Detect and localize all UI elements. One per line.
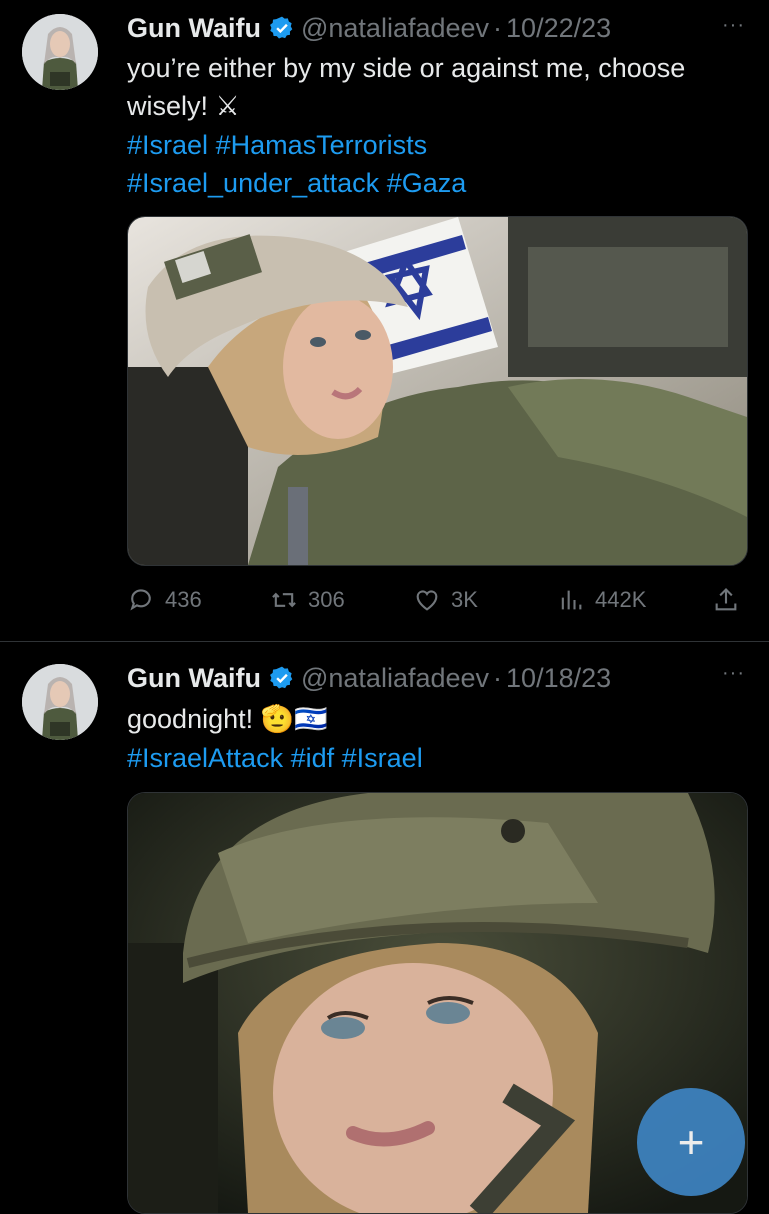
compose-icon[interactable]: +	[637, 1088, 745, 1196]
like-icon	[416, 590, 438, 611]
tweet-text-fragment: wisely!	[127, 91, 209, 121]
separator: ·	[493, 662, 503, 693]
tweet-text-line: wisely! ⚔	[127, 87, 747, 126]
views-icon	[561, 590, 582, 610]
hashtag-link[interactable]: #idf	[291, 743, 335, 773]
tweet-text-line: you’re either by my side or against me, …	[127, 53, 686, 83]
tweet-photo[interactable]	[127, 216, 748, 566]
user-handle[interactable]: @nataliafadeev	[301, 663, 489, 694]
display-name[interactable]: Gun Waifu	[127, 663, 261, 694]
reply-icon	[130, 589, 151, 611]
verified-icon	[269, 665, 295, 691]
view-count: 442K	[595, 587, 647, 612]
share-button[interactable]	[712, 583, 740, 617]
like-button[interactable]: 3K	[413, 583, 478, 617]
like-count: 3K	[451, 587, 478, 612]
repost-count: 306	[308, 587, 345, 612]
tweet-header: Gun Waifu @nataliafadeev · 10/18/23	[127, 658, 611, 698]
avatar[interactable]	[22, 664, 98, 740]
display-name[interactable]: Gun Waifu	[127, 13, 261, 44]
tweet-text: you’re either by my side or against me, …	[127, 49, 747, 202]
hashtag-link[interactable]: #Israel	[342, 743, 423, 773]
views-button[interactable]: 442K	[557, 583, 646, 617]
hashtag-link[interactable]: #IsraelAttack	[127, 743, 283, 773]
user-handle[interactable]: @nataliafadeev	[301, 13, 489, 44]
tweet-text-fragment: goodnight!	[127, 704, 254, 734]
tweet-text: goodnight! 🫡🇮🇱 #IsraelAttack #idf #Israe…	[127, 700, 747, 777]
tweet-date[interactable]: 10/18/23	[506, 663, 611, 694]
tweet[interactable]: Gun Waifu @nataliafadeev · 10/22/23 ··· …	[0, 0, 769, 641]
verified-icon	[269, 15, 295, 41]
hashtag-link[interactable]: #HamasTerrorists	[216, 130, 428, 160]
reply-count: 436	[165, 587, 202, 612]
hashtag-line: #Israel #HamasTerrorists	[127, 126, 747, 164]
tweet-text-line: goodnight! 🫡🇮🇱	[127, 700, 747, 739]
hashtag-link[interactable]: #Gaza	[387, 168, 467, 198]
reply-button[interactable]: 436	[127, 583, 202, 617]
crossed-swords-emoji: ⚔	[215, 91, 240, 122]
more-icon[interactable]: ···	[722, 14, 745, 37]
tweet-date[interactable]: 10/22/23	[506, 13, 611, 44]
hashtag-line: #IsraelAttack #idf #Israel	[127, 739, 747, 777]
hashtag-link[interactable]: #Israel_under_attack	[127, 168, 379, 198]
share-icon	[715, 588, 737, 611]
retweet-icon	[272, 592, 296, 608]
avatar[interactable]	[22, 14, 98, 90]
hashtag-line: #Israel_under_attack #Gaza	[127, 164, 747, 202]
repost-button[interactable]: 306	[270, 583, 345, 617]
hashtag-link[interactable]: #Israel	[127, 130, 208, 160]
salute-flag-emoji: 🫡🇮🇱	[260, 704, 328, 735]
separator: ·	[493, 12, 503, 43]
tweet-header: Gun Waifu @nataliafadeev · 10/22/23	[127, 8, 611, 48]
more-icon[interactable]: ···	[722, 662, 745, 685]
tweet-actions: 436 306 3K 442K	[127, 583, 747, 617]
